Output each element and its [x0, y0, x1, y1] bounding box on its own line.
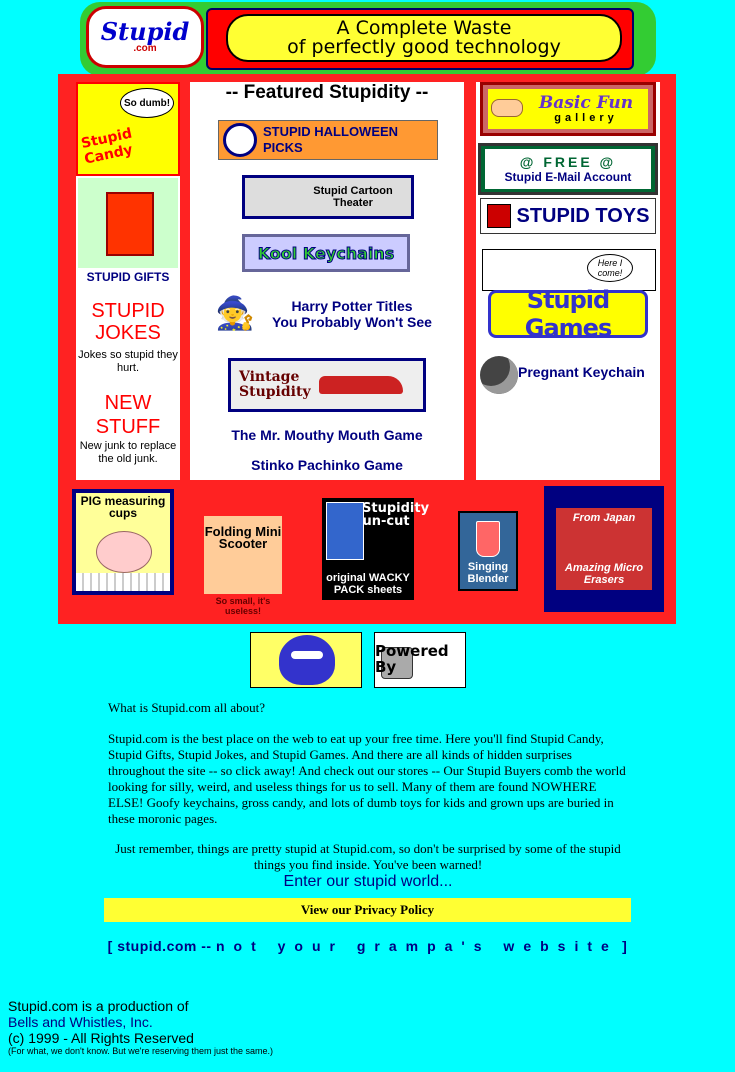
privacy-policy-link[interactable]: View our Privacy Policy: [301, 902, 434, 918]
privacy-bar[interactable]: View our Privacy Policy: [104, 898, 631, 922]
email-inner: @ FREE @ Stupid E-Mail Account: [485, 149, 651, 189]
keychains-label: Kool Keychains: [257, 243, 395, 263]
folding-scooter-button[interactable]: Folding Mini Scooter: [204, 516, 282, 594]
tagline-line2: of perfectly good technology: [287, 36, 561, 58]
games-label: Stupid Games: [524, 286, 612, 342]
erasers-bottom: Amazing Micro Erasers: [564, 562, 644, 586]
free-email-button[interactable]: @ FREE @ Stupid E-Mail Account: [478, 143, 658, 195]
vintage-line2: Stupidity: [239, 384, 311, 400]
vintage-line1: Vintage: [239, 369, 300, 385]
stupid-jokes-link[interactable]: STUPID JOKES: [76, 300, 180, 344]
erasers-inner: From Japan Amazing Micro Erasers: [556, 508, 652, 590]
stupid-toys-button[interactable]: STUPID TOYS: [480, 198, 656, 234]
scooter-title: Folding Mini Scooter: [204, 524, 282, 551]
candy-label: Stupid Candy: [79, 125, 135, 168]
candy-speech-bubble: So dumb!: [120, 88, 174, 118]
wizard-hat-icon[interactable]: 🧙: [212, 290, 258, 336]
credits-line1: Stupid.com is a production of: [8, 998, 189, 1014]
credits-small: (For what, we don't know. But we're rese…: [8, 1046, 274, 1056]
credits-rights: (c) 1999 - All Rights Reserved: [8, 1030, 194, 1046]
singing-blender-button[interactable]: Singing Blender: [458, 511, 518, 591]
wacky-bottom: original WACKY PACK sheets: [326, 572, 410, 596]
pig-icon: [96, 531, 152, 573]
footer-tag-start: [ stupid.com --: [107, 938, 216, 954]
new-stuff-link[interactable]: NEW STUFF: [76, 391, 180, 439]
about-question: What is Stupid.com all about?: [108, 700, 266, 715]
featured-heading: -- Featured Stupidity --: [225, 82, 429, 103]
logo-domain: .com: [133, 42, 157, 54]
basic-fun-sub: gallery: [554, 112, 618, 124]
stupid-logo[interactable]: Stupid .com: [86, 6, 204, 68]
vintage-stupidity-button[interactable]: Vintage Stupidity: [228, 358, 426, 412]
basic-fun-gallery-button[interactable]: Basic Fun gallery: [480, 82, 656, 136]
footer-tag-spaced: not your grampa's website: [215, 938, 618, 954]
here-i-come-bubble: Here I come!: [587, 254, 633, 282]
vintage-label: Vintage Stupidity: [239, 370, 311, 400]
pig-measuring-cups-button[interactable]: PIG measuring cups: [72, 489, 174, 595]
gift-box-image[interactable]: [78, 178, 178, 268]
tagline: A Complete Waste of perfectly good techn…: [226, 14, 622, 62]
gift-box-icon: [106, 192, 154, 256]
keychain-icon[interactable]: [480, 356, 518, 394]
about-paragraph: Stupid.com is the best place on the web …: [108, 731, 626, 826]
logo-word: Stupid: [100, 16, 190, 46]
stupid-candy-button[interactable]: So dumb! Stupid Candy: [76, 82, 180, 176]
company-link[interactable]: Bells and Whistles, Inc.: [8, 1014, 428, 1030]
mascot-face-icon: [279, 635, 335, 685]
basic-fun-inner: Basic Fun gallery: [488, 89, 648, 129]
mouthy-game-link[interactable]: The Mr. Mouthy Mouth Game: [190, 427, 464, 443]
new-stuff-description: New junk to replace the old junk.: [79, 440, 177, 465]
pachinko-game-link[interactable]: Stinko Pachinko Game: [190, 457, 464, 473]
powered-by-badge[interactable]: Powered By: [374, 632, 466, 688]
footer-tagline: [ stupid.com -- not your grampa's websit…: [0, 938, 735, 954]
fence-icon: [76, 573, 170, 591]
wacky-top: Stupidity un-cut: [362, 501, 430, 529]
pregnant-keychain-link[interactable]: Pregnant Keychain: [518, 364, 658, 380]
wacky-pack-button[interactable]: Stupidity un-cut original WACKY PACK she…: [322, 498, 430, 600]
toy-icon: [486, 204, 511, 228]
blender-icon: [476, 521, 500, 557]
scooter-note: So small, it's useless!: [215, 596, 271, 616]
pig-title: PIG measuring cups: [80, 494, 166, 520]
email-line1: @ FREE @: [519, 154, 617, 170]
harry-potter-link[interactable]: Harry Potter Titles You Probably Won't S…: [262, 298, 442, 330]
jokes-description: Jokes so stupid they hurt.: [78, 349, 178, 374]
enter-link[interactable]: Enter our stupid world...: [108, 873, 628, 891]
powered-by-label: Powered By: [375, 642, 449, 676]
car-icon: [318, 376, 403, 394]
cartoon-theater-button[interactable]: Stupid Cartoon Theater: [242, 175, 414, 219]
toys-label: STUPID TOYS: [516, 204, 650, 227]
micro-erasers-button[interactable]: From Japan Amazing Micro Erasers: [544, 486, 664, 612]
basic-fun-title: Basic Fun: [538, 93, 634, 113]
halloween-image: [223, 123, 257, 157]
footer-tag-end: ]: [617, 938, 628, 954]
mascot-eyes: [291, 651, 323, 659]
potter-line2: You Probably Won't See: [272, 314, 432, 330]
email-line2: Stupid E-Mail Account: [504, 170, 632, 184]
halloween-label: STUPID HALLOWEEN PICKS: [263, 124, 399, 155]
remember-text: Just remember, things are pretty stupid …: [115, 841, 621, 872]
here-i-come-banner[interactable]: Here I come!: [482, 249, 656, 291]
mascot-image[interactable]: [250, 632, 362, 688]
cartoon-label: Stupid Cartoon Theater: [313, 185, 393, 209]
pointing-hand-icon: [491, 99, 523, 117]
wacky-card-image: [326, 502, 364, 560]
blender-label: Singing Blender: [467, 561, 509, 585]
credits: Stupid.com is a production of Bells and …: [8, 998, 428, 1057]
stupid-games-button[interactable]: Stupid Games: [488, 286, 648, 342]
stupid-gifts-link[interactable]: STUPID GIFTS: [76, 270, 180, 284]
potter-line1: Harry Potter Titles: [291, 298, 413, 314]
kool-keychains-button[interactable]: Kool Keychains: [242, 234, 410, 272]
pig-inner: PIG measuring cups: [76, 493, 170, 591]
erasers-top: From Japan: [572, 512, 636, 524]
halloween-picks-button[interactable]: STUPID HALLOWEEN PICKS: [218, 120, 438, 160]
